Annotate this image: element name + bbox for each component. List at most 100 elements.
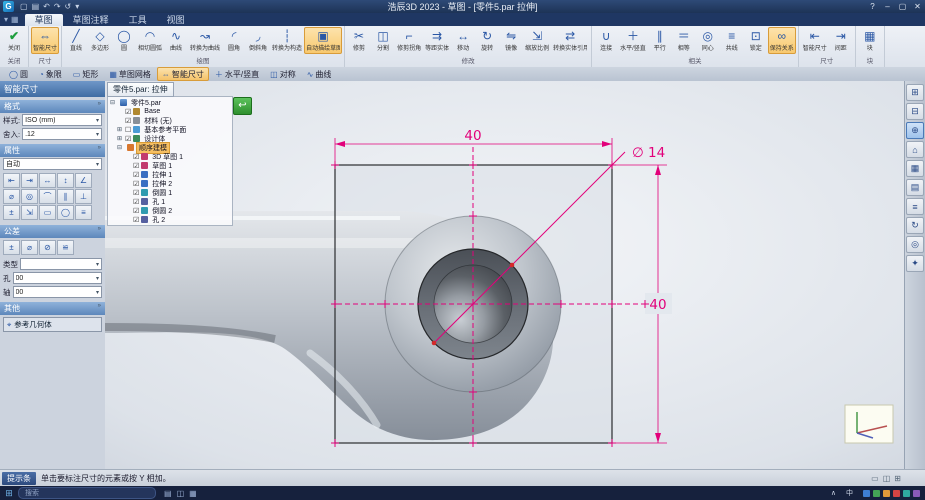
tree-checkbox[interactable]: ☑ [133,189,139,197]
ribbon-button[interactable]: ⇋ 镜像 [499,27,523,54]
statusbar-icon[interactable]: ▭ [871,474,879,483]
taskbar-app-icon[interactable]: ◫ [177,489,185,498]
ribbon-tab[interactable]: 视图 [157,14,195,26]
dimension-tool-button[interactable]: ∠ [75,173,92,188]
taskbar-search-input[interactable]: 搜索 [18,487,156,499]
command-bar-toggle[interactable]: ◔ 象限 [34,67,67,81]
tolerance-mode-button[interactable]: ± [3,240,20,255]
dimension-tool-button[interactable]: ≡ [75,205,92,220]
tree-item[interactable]: ⊞ ☐ 基本参考平面 [108,125,232,134]
tree-item[interactable]: ⊟ 零件5.par [108,98,232,107]
view-toolbar-button[interactable]: ▦ [906,160,924,177]
tree-item[interactable]: ☑ 孔 2 [108,215,232,224]
viewport-3d[interactable]: 40 40 ∅ 14 零件5.par: 拉伸 ↩ ⊟ 零件5.par ☑ Bas… [105,81,905,470]
command-bar-toggle[interactable]: ▦ 草图网格 [104,67,156,81]
tree-checkbox[interactable]: ☑ [125,135,131,143]
tray-icon[interactable]: 中 [846,488,860,498]
tree-expander-icon[interactable]: ⊞ [117,126,123,133]
tree-checkbox[interactable]: ☑ [133,153,139,161]
tree-item[interactable]: ☑ 倒圆 2 [108,206,232,215]
qat-icon[interactable]: ↷ [54,1,61,13]
tolerance-mode-button[interactable]: ≌ [57,240,74,255]
command-bar-toggle[interactable]: ▭ 矩形 [68,67,104,81]
tabrow-icon[interactable]: ▦ [11,15,19,24]
tabrow-icon[interactable]: ▾ [4,15,8,24]
sketch-point[interactable] [431,340,437,346]
command-bar-toggle[interactable]: ∿ 曲线 [302,67,337,81]
tolerance-mode-button[interactable]: ⌀ [21,240,38,255]
ribbon-button[interactable]: ⊡ 锁定 [744,27,768,54]
window-control-button[interactable]: ✕ [910,1,925,13]
tree-expander-icon[interactable]: ⊟ [117,144,123,151]
dimension-width-value[interactable]: 40 [464,128,481,144]
document-tab[interactable]: 零件5.par: 拉伸 [107,82,174,97]
type-select[interactable]: ▾ [20,258,102,270]
ribbon-button[interactable]: ◠ 相切圆弧 [136,27,164,54]
ribbon-button[interactable]: ▣ 自动描绘草图 [304,27,343,54]
view-toolbar-button[interactable]: ⊞ [906,84,924,101]
command-bar-toggle[interactable]: ◫ 对称 [265,67,301,81]
style-select[interactable]: ISO (mm) ▾ [22,114,102,126]
qat-icon[interactable]: ▢ [20,1,28,13]
close-sketch-button[interactable]: ↩ [233,97,252,115]
dimension-tool-button[interactable]: ± [3,205,20,220]
ribbon-button[interactable]: ◞ 倒斜角 [246,27,270,54]
ribbon-tab[interactable]: 草图注释 [63,14,119,26]
tree-expander-icon[interactable]: ⊟ [110,99,116,106]
qat-icon[interactable]: ↺ [65,1,72,13]
qat-icon[interactable]: ▾ [75,1,79,13]
tray-icon[interactable] [883,489,890,497]
ribbon-button[interactable]: ↻ 旋转 [475,27,499,54]
tree-checkbox[interactable]: ☑ [133,216,139,224]
tray-icon[interactable]: ∧ [831,489,843,497]
ribbon-button[interactable]: ⇥ 间距 [829,27,853,54]
sketch-point[interactable] [509,262,515,268]
dimension-tool-button[interactable]: ⇥ [21,173,38,188]
ribbon-button[interactable]: ◫ 分割 [371,27,395,54]
section-other[interactable]: 其他» [0,302,105,315]
mode-select[interactable]: 自动 ▾ [3,158,102,170]
tree-item[interactable]: ⊞ ☑ 设计体 [108,134,232,143]
tree-checkbox[interactable]: ☑ [133,198,139,206]
ribbon-button[interactable]: ↝ 转换为曲线 [188,27,222,54]
ribbon-button[interactable]: ◇ 多边形 [88,27,112,54]
ribbon-button[interactable]: ＋ 水平/竖直 [618,27,648,54]
ribbon-tab[interactable]: 草图 [24,14,63,26]
tray-icon[interactable] [873,489,880,497]
tree-checkbox[interactable]: ☑ [133,207,139,215]
tree-checkbox[interactable]: ☑ [133,171,139,179]
statusbar-icon[interactable]: ⊞ [894,474,901,483]
qat-icon[interactable]: ↶ [43,1,50,13]
dimension-diameter-value[interactable]: ∅ 14 [632,145,665,161]
section-properties[interactable]: 属性» [0,144,105,157]
ribbon-button[interactable]: ⌐ 修剪拐角 [395,27,423,54]
taskbar-app-icon[interactable]: ▦ [189,489,197,498]
tray-icon[interactable] [893,489,900,497]
dimension-tool-button[interactable]: ▭ [39,205,56,220]
section-format[interactable]: 格式» [0,100,105,113]
dimension-tool-button[interactable]: ↕ [57,173,74,188]
ribbon-button[interactable]: ⇄ 转换实体引用 [551,27,589,54]
statusbar-icon[interactable]: ◫ [883,474,891,483]
tolerance-row-select[interactable]: 00 ▾ [12,286,102,298]
ribbon-button[interactable]: ∥ 平行 [648,27,672,54]
ribbon-button[interactable]: ◜ 圆角 [222,27,246,54]
ribbon-button[interactable]: ⇔ 智能尺寸 [31,27,60,54]
window-control-button[interactable]: ▢ [895,1,910,13]
command-bar-toggle[interactable]: ⇔ 智能尺寸 [156,67,209,81]
dimension-tool-button[interactable]: ⇤ [3,173,20,188]
view-triad[interactable] [844,404,894,444]
command-bar-toggle[interactable]: ＋ 水平/竖直 [210,67,264,81]
tree-expander-icon[interactable]: ⊞ [117,135,123,142]
ribbon-button[interactable]: ＝ 相等 [672,27,696,54]
ribbon-button[interactable]: ✂ 修剪 [347,27,371,54]
dimension-tool-button[interactable]: ↔ [39,173,56,188]
ribbon-button[interactable]: ◎ 同心 [696,27,720,54]
view-toolbar-button[interactable]: ◎ [906,236,924,253]
view-toolbar-button[interactable]: ↻ [906,217,924,234]
tree-checkbox[interactable]: ☑ [133,162,139,170]
ribbon-tab[interactable]: 工具 [119,14,157,26]
dimension-tool-button[interactable]: ⊥ [75,189,92,204]
ribbon-button[interactable]: ∿ 曲线 [164,27,188,54]
section-tolerance[interactable]: 公差» [0,225,105,238]
